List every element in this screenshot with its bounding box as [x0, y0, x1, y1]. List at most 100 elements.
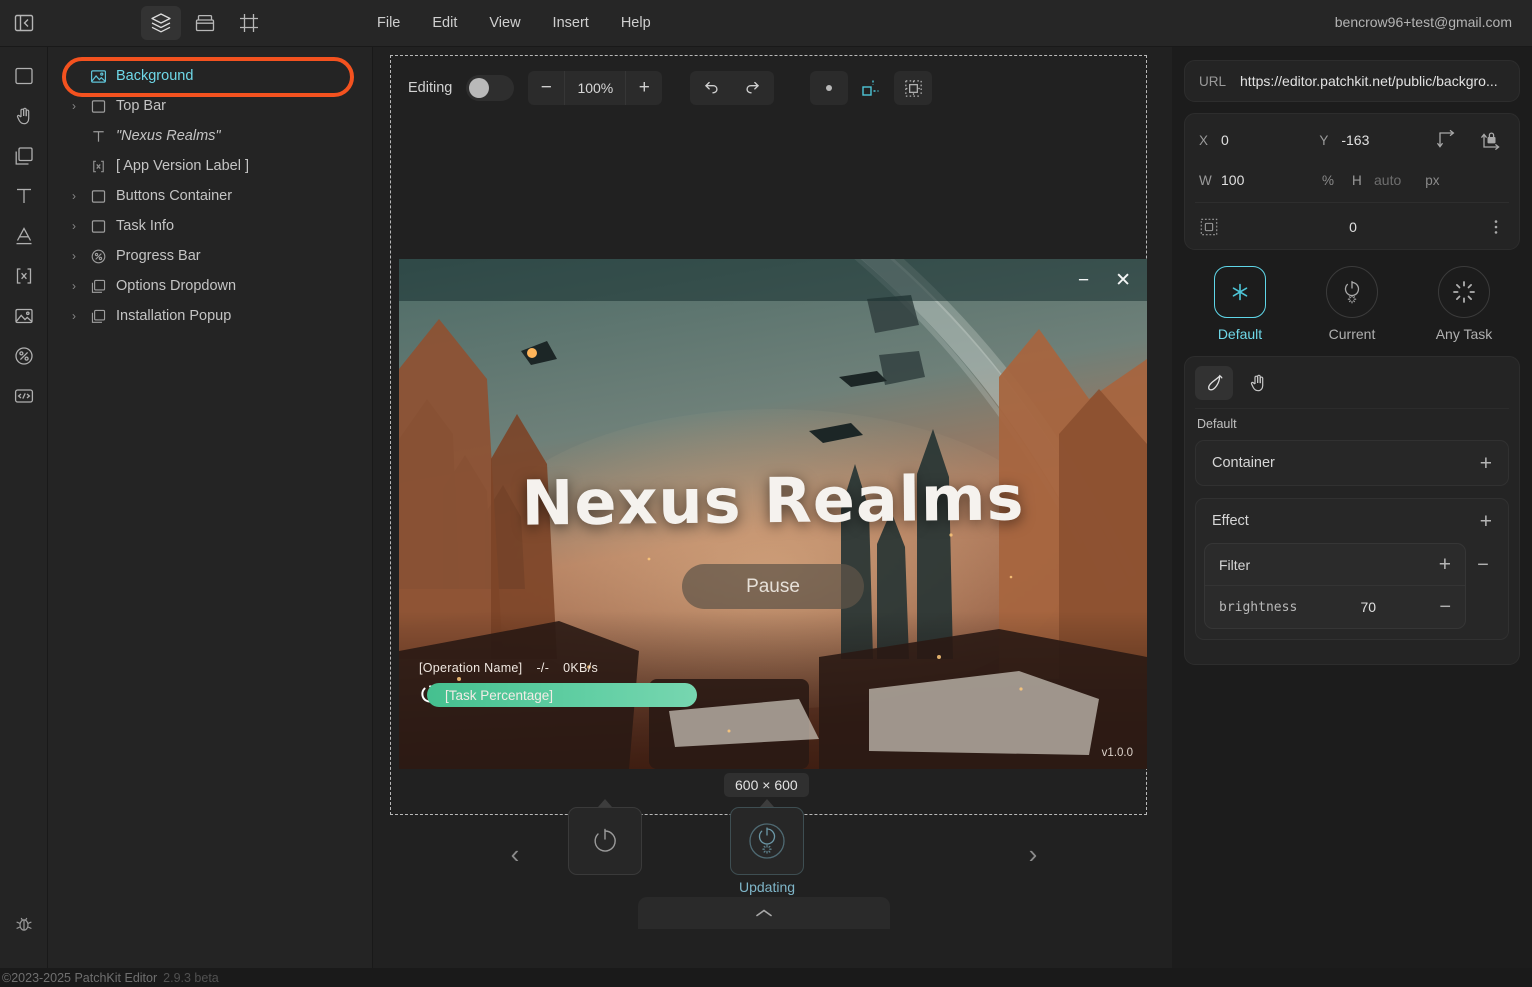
effect-header[interactable]: Effect + — [1196, 499, 1508, 543]
layer-item-background[interactable]: › Background — [48, 61, 372, 91]
chevron-right-icon[interactable]: › — [64, 99, 84, 113]
h-value[interactable]: auto — [1374, 172, 1401, 188]
remove-filter-group-button[interactable]: − — [1477, 555, 1489, 575]
pages-next-button[interactable]: › — [1016, 837, 1050, 871]
operation-progress: -/- — [536, 661, 550, 675]
layer-item-app-version-label[interactable]: › [ App Version Label ] — [48, 151, 372, 181]
hand-tool[interactable] — [7, 99, 41, 133]
layer-item-progress-bar[interactable]: › Progress Bar — [48, 241, 372, 271]
w-value[interactable]: 100 — [1221, 172, 1244, 188]
corner-radius-value[interactable]: 0 — [1219, 219, 1487, 235]
code-brackets-icon — [13, 385, 35, 407]
menu-help[interactable]: Help — [605, 9, 667, 37]
text-tool[interactable] — [7, 179, 41, 213]
layer-item-options-dropdown[interactable]: › Options Dropdown — [48, 271, 372, 301]
layer-item-task-info[interactable]: › Task Info — [48, 211, 372, 241]
filter-property-brightness: brightness 70 − — [1205, 586, 1465, 628]
menu-edit[interactable]: Edit — [416, 9, 473, 37]
more-vertical-icon[interactable] — [1487, 218, 1505, 236]
page-thumb-updating[interactable] — [730, 799, 804, 875]
font-tool[interactable] — [7, 219, 41, 253]
close-icon[interactable]: ✕ — [1115, 271, 1131, 290]
zoom-level-value[interactable]: 100% — [564, 71, 627, 105]
collapse-sidebar-button[interactable] — [0, 0, 48, 47]
layer-item-buttons-container[interactable]: › Buttons Container — [48, 181, 372, 211]
layer-item-installation-popup[interactable]: › Installation Popup — [48, 301, 372, 331]
updating-icon — [747, 821, 787, 861]
state-current[interactable]: Current — [1304, 266, 1400, 342]
container-header[interactable]: Container + — [1196, 441, 1508, 485]
state-default[interactable]: Default — [1192, 266, 1288, 342]
snap-object-button[interactable] — [852, 71, 890, 105]
wrap-arrow-icon[interactable] — [1437, 129, 1459, 151]
x-value[interactable]: 0 — [1221, 132, 1229, 148]
url-value[interactable]: https://editor.patchkit.net/public/backg… — [1240, 73, 1498, 89]
game-title: Nexus Realms — [521, 461, 1025, 540]
percent-circle-icon — [84, 247, 112, 266]
url-label: URL — [1199, 73, 1227, 89]
state-label: Default — [1217, 326, 1263, 342]
editing-toggle[interactable] — [466, 75, 515, 101]
page-thumb-restart[interactable] — [568, 799, 642, 875]
remove-filter-property-button[interactable]: − — [1439, 597, 1451, 617]
debug-tool[interactable] — [7, 907, 41, 941]
paint-mode-button[interactable] — [1195, 366, 1233, 400]
layers-tab[interactable] — [141, 6, 181, 40]
redo-button[interactable] — [732, 71, 774, 105]
task-percentage-label: [Task Percentage] — [445, 687, 554, 703]
divider — [1195, 202, 1509, 203]
stacked-squares-icon — [84, 307, 112, 326]
url-field[interactable]: URL https://editor.patchkit.net/public/b… — [1184, 60, 1520, 102]
artboard-size-tooltip: 600 × 600 — [724, 773, 809, 797]
zoom-in-button[interactable]: + — [626, 71, 662, 105]
image-tool[interactable] — [7, 299, 41, 333]
assets-tab[interactable] — [185, 6, 225, 40]
state-any-task[interactable]: Any Task — [1416, 266, 1512, 342]
preview-window-chrome: − ✕ — [399, 259, 1147, 301]
pages-prev-button[interactable]: ‹ — [498, 837, 532, 871]
chevron-right-icon[interactable]: › — [64, 279, 84, 293]
letter-a-icon — [13, 225, 35, 247]
group-tool[interactable] — [7, 139, 41, 173]
expand-panel-button[interactable] — [638, 897, 890, 929]
filter-header: Filter + — [1205, 544, 1465, 586]
artboard-tab[interactable] — [229, 6, 269, 40]
rectangle-icon — [84, 217, 112, 236]
chevron-right-icon[interactable]: › — [64, 249, 84, 263]
position-row: X 0 Y -163 — [1185, 120, 1519, 160]
account-email[interactable]: bencrow96+test@gmail.com — [1335, 14, 1512, 30]
pause-button[interactable]: Pause — [682, 564, 864, 609]
interact-mode-button[interactable] — [1239, 366, 1277, 400]
minimize-icon[interactable]: − — [1078, 271, 1089, 290]
zoom-out-button[interactable]: − — [528, 71, 564, 105]
layer-item-nexus-realms-text[interactable]: › "Nexus Realms" — [48, 121, 372, 151]
menu-view[interactable]: View — [473, 9, 536, 37]
filter-property-value[interactable]: 70 — [1297, 599, 1439, 615]
add-filter-property-button[interactable]: + — [1439, 554, 1451, 575]
menu-file[interactable]: File — [361, 9, 416, 37]
y-value[interactable]: -163 — [1341, 132, 1369, 148]
add-effect-button[interactable]: + — [1480, 511, 1492, 532]
rectangle-tool[interactable] — [7, 59, 41, 93]
add-container-button[interactable]: + — [1480, 453, 1492, 474]
chevron-right-icon[interactable]: › — [64, 309, 84, 323]
w-unit[interactable]: % — [1322, 173, 1334, 188]
snap-point-button[interactable] — [810, 71, 849, 105]
progress-tool[interactable] — [7, 339, 41, 373]
game-preview-window[interactable]: − ✕ Nexus Realms Pause [Operation Name] … — [399, 259, 1147, 769]
app-version-label: v1.0.0 — [1101, 747, 1133, 759]
size-row: W 100 % H auto px — [1185, 160, 1519, 200]
chevron-right-icon[interactable]: › — [64, 189, 84, 203]
zoom-control-group: − 100% + — [528, 71, 663, 105]
menu-insert[interactable]: Insert — [537, 9, 605, 37]
lock-aspect-icon[interactable] — [1479, 129, 1501, 151]
code-tool[interactable] — [7, 379, 41, 413]
chevron-right-icon[interactable]: › — [64, 219, 84, 233]
h-unit[interactable]: px — [1425, 173, 1439, 188]
snap-grid-button[interactable] — [894, 71, 933, 105]
layer-item-top-bar[interactable]: › Top Bar — [48, 91, 372, 121]
canvas-area[interactable]: Editing − 100% + − ✕ Nexus Realms Pause … — [373, 47, 1172, 987]
variable-tool[interactable] — [7, 259, 41, 293]
history-group — [690, 71, 775, 105]
undo-button[interactable] — [690, 71, 732, 105]
